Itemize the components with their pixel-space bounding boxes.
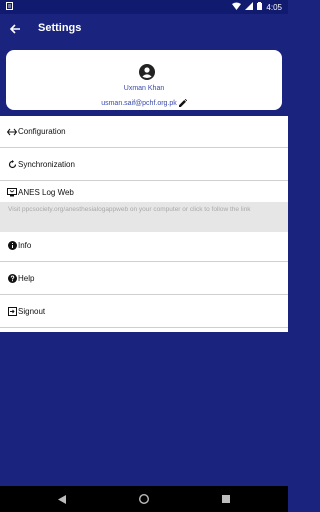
monitor-icon <box>7 187 17 197</box>
menu-item-label: Help <box>18 274 35 283</box>
info-icon <box>7 241 17 251</box>
menu-item-label: ANES Log Web <box>18 187 74 197</box>
menu-item-label: Synchronization <box>18 160 75 169</box>
recents-square-icon[interactable] <box>220 493 232 505</box>
menu-item-label: Signout <box>18 307 46 316</box>
status-bar: 4:05 <box>0 0 288 14</box>
page-title: Settings <box>38 22 82 34</box>
status-time: 4:05 <box>266 2 282 12</box>
system-nav-bar <box>0 486 288 512</box>
menu-item-synchronization[interactable]: Synchronization <box>0 149 288 181</box>
notification-icon <box>6 2 13 12</box>
menu-item-label: Info <box>18 241 32 250</box>
help-icon <box>7 274 17 284</box>
app-bar: Settings <box>0 14 288 44</box>
anes-log-web-hint[interactable]: Visit ppcsociety.org/anesthesialogappweb… <box>0 202 288 232</box>
menu-item-signout[interactable]: Signout <box>0 296 288 328</box>
menu-item-label: Configuration <box>18 127 66 136</box>
profile-card: Uxman Khan usman.saif@pchf.org.pk <box>6 50 282 110</box>
exit-icon <box>7 307 17 317</box>
arrow-back-icon[interactable] <box>6 20 24 38</box>
menu-item-anes-log-web[interactable]: ANES Log Web <box>0 182 288 202</box>
profile-name: Uxman Khan <box>123 85 165 92</box>
sync-icon <box>7 160 17 170</box>
menu-item-help[interactable]: Help <box>0 263 288 295</box>
pencil-icon[interactable] <box>178 94 187 112</box>
signal-icon <box>245 2 254 12</box>
menu-item-info[interactable]: Info <box>0 230 288 262</box>
home-circle-icon[interactable] <box>138 493 150 505</box>
profile-email: usman.saif@pchf.org.pk <box>101 99 177 107</box>
battery-icon <box>257 2 263 12</box>
account-circle-icon <box>139 64 155 80</box>
menu-item-configuration[interactable]: Configuration <box>0 116 288 148</box>
swap-arrows-icon <box>7 127 17 137</box>
back-triangle-icon[interactable] <box>56 493 68 505</box>
wifi-icon <box>232 2 242 12</box>
